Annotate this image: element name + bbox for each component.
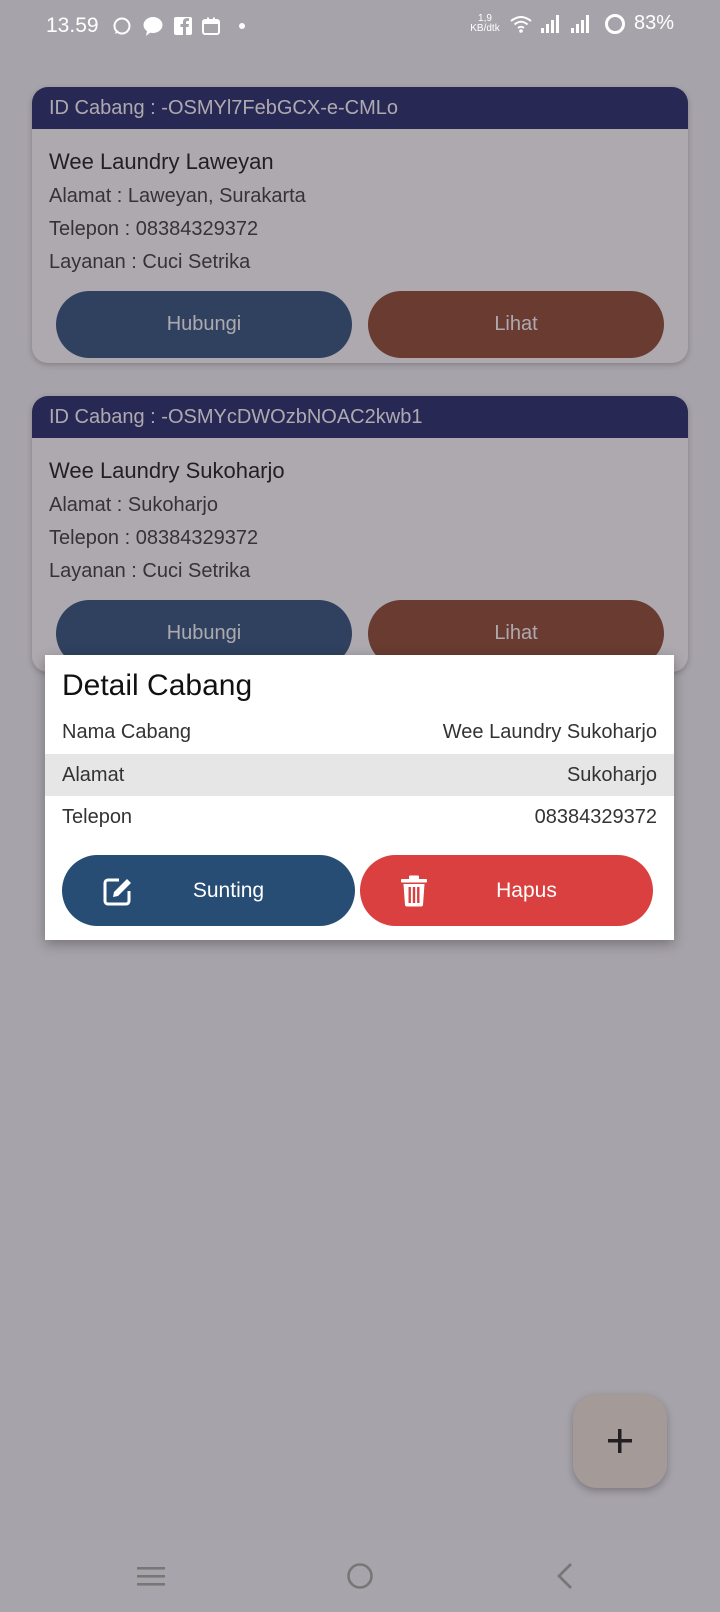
delete-button[interactable]: Hapus [360, 855, 653, 926]
edit-icon [103, 878, 131, 906]
trash-icon [401, 875, 427, 907]
app-screen: ID Cabang : -OSMYl7FebGCX-e-CMLo Wee Lau… [0, 0, 720, 1612]
detail-row-phone: Telepon 08384329372 [45, 796, 674, 838]
network-speed: 1,9 KB/dtk [470, 12, 500, 34]
detail-label: Telepon [62, 805, 133, 828]
dot-icon [239, 23, 245, 29]
edit-button[interactable]: Sunting [62, 855, 355, 926]
status-bar: 13.59 1,9 KB/dtk 83% [0, 0, 720, 56]
detail-value: 08384329372 [534, 805, 657, 828]
signal-icon [540, 14, 559, 33]
messenger-icon [143, 17, 163, 36]
detail-label: Alamat [62, 763, 125, 786]
facebook-icon [174, 17, 192, 35]
signal-icon [570, 14, 589, 33]
detail-value: Wee Laundry Sukoharjo [442, 720, 657, 743]
detail-row-address: Alamat Sukoharjo [45, 754, 674, 796]
status-time: 13.59 [46, 14, 99, 37]
back-icon[interactable] [552, 1562, 580, 1590]
home-icon[interactable] [344, 1562, 376, 1590]
branch-detail-dialog: Detail Cabang Nama Cabang Wee Laundry Su… [45, 655, 674, 940]
detail-value: Sukoharjo [566, 763, 657, 786]
battery-percent: 83% [633, 12, 674, 34]
dialog-title: Detail Cabang [62, 669, 253, 702]
battery-icon [604, 13, 625, 34]
wifi-icon [510, 15, 532, 33]
whatsapp-icon [113, 17, 131, 35]
notification-icons [112, 16, 248, 36]
detail-row-name: Nama Cabang Wee Laundry Sukoharjo [45, 711, 674, 753]
system-nav-bar [0, 1540, 720, 1612]
detail-label: Nama Cabang [62, 720, 191, 743]
recent-apps-icon[interactable] [135, 1562, 167, 1590]
calendar-icon [202, 17, 220, 35]
